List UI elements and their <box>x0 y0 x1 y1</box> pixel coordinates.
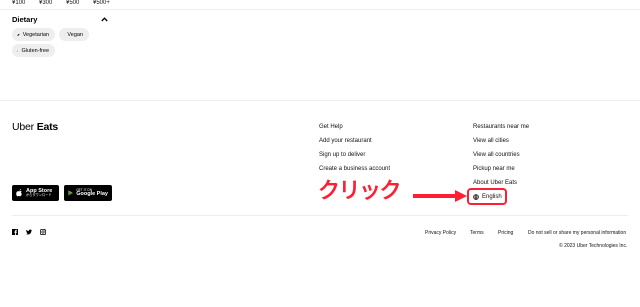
footer-link-restaurants-near-me[interactable]: Restaurants near me <box>473 124 529 138</box>
price-label[interactable]: ¥500 <box>66 0 93 6</box>
do-not-sell-link[interactable]: Do not sell or share my personal informa… <box>528 230 626 236</box>
wheat-off-icon <box>17 49 19 52</box>
privacy-policy-link[interactable]: Privacy Policy <box>425 230 456 236</box>
click-annotation-text: クリック <box>318 179 402 204</box>
divider <box>0 100 640 101</box>
footer-link-sign-up-deliver[interactable]: Sign up to deliver <box>319 152 390 166</box>
leaf-icon <box>17 33 20 36</box>
footer-link-get-help[interactable]: Get Help <box>319 124 390 138</box>
language-selector[interactable]: English <box>467 188 507 205</box>
annotation-arrow-icon <box>413 190 467 202</box>
copyright-text: © 2023 Uber Technologies Inc. <box>559 243 628 249</box>
social-links <box>12 229 46 235</box>
divider <box>12 215 628 216</box>
badge-line: Google Play <box>76 190 108 197</box>
language-label: English <box>482 193 502 200</box>
google-play-icon <box>68 190 73 196</box>
footer-link-view-all-countries[interactable]: View all countries <box>473 152 529 166</box>
globe-icon <box>473 193 479 200</box>
footer-links-column-1: Get Help Add your restaurant Sign up to … <box>319 124 390 180</box>
price-label[interactable]: ¥500+ <box>93 0 120 6</box>
footer-link-view-all-cities[interactable]: View all cities <box>473 138 529 152</box>
chip-label: Gluten-free <box>21 47 49 54</box>
footer-link-add-restaurant[interactable]: Add your restaurant <box>319 138 390 152</box>
pricing-link[interactable]: Pricing <box>498 230 513 236</box>
footer-link-business-account[interactable]: Create a business account <box>319 166 390 180</box>
terms-link[interactable]: Terms <box>470 230 484 236</box>
apple-icon <box>16 189 22 197</box>
dietary-header[interactable]: Dietary <box>12 15 108 24</box>
logo-text-uber: Uber <box>12 121 34 133</box>
price-label[interactable]: ¥100 <box>12 0 39 6</box>
app-store-badge[interactable]: App Store からダウンロード <box>12 185 59 201</box>
twitter-icon[interactable] <box>26 229 32 235</box>
chip-label: Vegetarian <box>22 31 49 38</box>
footer-link-pickup-near-me[interactable]: Pickup near me <box>473 166 529 180</box>
badge-line: からダウンロード <box>26 193 52 198</box>
google-play-badge[interactable]: GET IT ON Google Play <box>64 185 112 201</box>
chip-vegetarian[interactable]: Vegetarian <box>12 28 55 41</box>
chip-gluten-free[interactable]: Gluten-free <box>12 44 55 57</box>
logo-text-eats: Eats <box>36 121 59 133</box>
chip-vegan[interactable]: Vegan <box>59 28 89 41</box>
divider <box>0 9 640 10</box>
facebook-icon[interactable] <box>12 229 18 235</box>
price-label[interactable]: ¥300 <box>39 0 66 6</box>
chip-label: Vegan <box>67 31 83 38</box>
instagram-icon[interactable] <box>40 229 46 235</box>
price-filter-labels: ¥100 ¥300 ¥500 ¥500+ <box>12 0 120 6</box>
footer-links-column-2: Restaurants near me View all cities View… <box>473 124 529 194</box>
chevron-up-icon[interactable] <box>100 16 108 24</box>
dietary-title: Dietary <box>12 15 38 24</box>
badge-text: App Store からダウンロード <box>26 188 52 198</box>
uber-eats-logo[interactable]: Uber Eats <box>12 121 58 133</box>
badge-text: GET IT ON Google Play <box>76 188 108 198</box>
